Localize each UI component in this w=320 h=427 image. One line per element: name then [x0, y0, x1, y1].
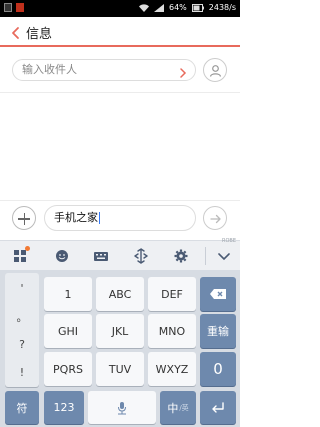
language-toggle-button[interactable]: 中/英: [160, 391, 196, 424]
gear-icon[interactable]: [173, 248, 189, 264]
person-icon: [209, 65, 222, 77]
keyboard-toolbar: [0, 240, 240, 270]
recipient-row: 输入收件人: [0, 47, 240, 93]
emoji-icon[interactable]: [54, 248, 70, 264]
key-1[interactable]: 1: [44, 277, 92, 311]
compose-row: 手机之家: [0, 200, 240, 234]
chevron-down-icon[interactable]: [216, 248, 232, 264]
back-arrow-icon[interactable]: [10, 25, 22, 39]
recipient-placeholder: 输入收件人: [22, 63, 77, 76]
symbol-key[interactable]: 。: [5, 306, 39, 328]
message-input[interactable]: 手机之家: [44, 205, 196, 231]
key-ghi[interactable]: GHI: [44, 314, 92, 348]
key-mno[interactable]: MNO: [148, 314, 196, 348]
cursor-move-icon[interactable]: [133, 248, 149, 264]
symbol-key[interactable]: ?: [5, 333, 39, 355]
symbol-column[interactable]: ' 。 ? !: [5, 273, 39, 387]
key-abc[interactable]: ABC: [96, 277, 144, 311]
contact-picker-button[interactable]: [203, 58, 227, 82]
backspace-icon: [210, 289, 226, 299]
text-caret: [99, 212, 100, 224]
recipient-input[interactable]: 输入收件人: [12, 59, 196, 81]
toolbar-divider: [205, 247, 206, 265]
backspace-button[interactable]: [200, 277, 236, 311]
numeric-keyboard-button[interactable]: 123: [44, 391, 84, 424]
keyboard-icon[interactable]: [93, 248, 109, 264]
symbol-keyboard-button[interactable]: 符: [5, 391, 39, 424]
key-def[interactable]: DEF: [148, 277, 196, 311]
wifi-icon: [138, 4, 149, 12]
battery-percent: 64%: [168, 3, 187, 12]
network-speed: 2438/s: [208, 3, 236, 12]
key-wxyz[interactable]: WXYZ: [148, 352, 196, 386]
key-0[interactable]: 0: [200, 352, 236, 386]
battery-icon: [191, 4, 204, 12]
notification-dot: [25, 246, 30, 251]
symbol-key[interactable]: !: [5, 361, 39, 383]
status-right: 64% 2438/s: [138, 3, 236, 13]
key-tuv[interactable]: TUV: [96, 352, 144, 386]
signal-icon: [153, 4, 164, 12]
send-button[interactable]: [203, 206, 227, 230]
keyboard-brand-mark: ROBE: [222, 238, 236, 244]
notification-icon: [4, 3, 12, 12]
language-sub-label: /英: [179, 403, 189, 412]
app-notification-icon: [16, 3, 24, 12]
reenter-button[interactable]: 重输: [200, 314, 236, 348]
key-jkl[interactable]: JKL: [96, 314, 144, 348]
page-title: 信息: [26, 27, 53, 42]
message-text: 手机之家: [54, 211, 98, 224]
key-pqrs[interactable]: PQRS: [44, 352, 92, 386]
symbol-key[interactable]: ': [5, 277, 39, 299]
chevron-right-icon[interactable]: [179, 65, 187, 78]
space-voice-button[interactable]: [88, 391, 156, 424]
microphone-icon: [118, 401, 126, 414]
enter-button[interactable]: [200, 391, 236, 424]
app-header: 信息: [0, 17, 240, 47]
language-label: 中: [167, 401, 179, 415]
notification-icons: [4, 3, 24, 12]
enter-icon: [212, 401, 224, 413]
arrow-right-icon: [210, 214, 221, 224]
add-attachment-button[interactable]: [12, 206, 36, 230]
keyboard: ' 。 ? ! 1 ABC DEF GHI JKL MNO 重输 PQRS TU…: [0, 270, 240, 427]
status-bar: 64% 2438/s: [0, 0, 240, 17]
